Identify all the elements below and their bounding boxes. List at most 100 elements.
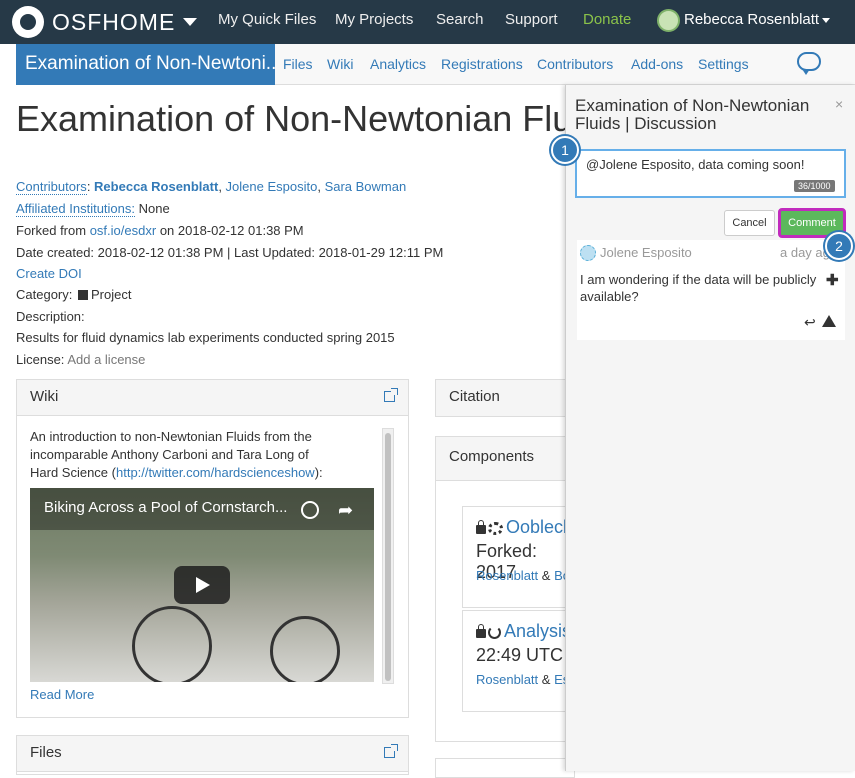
read-more-link[interactable]: Read More bbox=[30, 687, 94, 702]
component-subtitle: 22:49 UTC bbox=[476, 645, 564, 665]
warning-icon[interactable] bbox=[822, 315, 836, 327]
wiki-scrollbar[interactable] bbox=[382, 428, 394, 684]
contributor-link[interactable]: Sara Bowman bbox=[325, 179, 407, 194]
author-link[interactable]: Rosenblatt bbox=[476, 672, 538, 687]
char-count-badge: 36/1000 bbox=[794, 180, 835, 192]
commenter-avatar bbox=[580, 245, 596, 261]
tab-settings[interactable]: Settings bbox=[698, 56, 749, 72]
plus-icon[interactable]: ✚ bbox=[826, 271, 839, 289]
project-navbar: Examination of Non-Newtoni... Files Wiki… bbox=[16, 44, 855, 85]
files-panel-header: Files bbox=[17, 736, 408, 772]
category-label: Category: bbox=[16, 287, 73, 302]
contributors-line: Contributors: Rebecca Rosenblatt, Jolene… bbox=[16, 179, 407, 195]
wiki-panel-header: Wiki bbox=[17, 380, 408, 416]
next-panel bbox=[435, 758, 575, 778]
forked-suffix: on 2018-02-12 01:38 PM bbox=[159, 223, 304, 238]
citation-panel[interactable]: Citation bbox=[435, 379, 575, 417]
citation-heading: Citation bbox=[449, 388, 500, 405]
forked-line: Forked from osf.io/esdxr on 2018-02-12 0… bbox=[16, 223, 304, 238]
tab-add-ons[interactable]: Add-ons bbox=[631, 56, 683, 72]
bike-wheel bbox=[132, 606, 212, 682]
author-link[interactable]: Rosenblatt bbox=[476, 568, 538, 583]
external-link-icon[interactable] bbox=[384, 744, 398, 758]
comment-item: Jolene Esposito a day ago I am wondering… bbox=[577, 240, 845, 340]
brand-name: OSFHOME bbox=[52, 8, 176, 35]
citation-header: Citation bbox=[436, 380, 574, 416]
component-authors: Rosenblatt & Bo bbox=[476, 568, 570, 583]
tab-contributors[interactable]: Contributors bbox=[537, 56, 613, 72]
forked-link[interactable]: osf.io/esdxr bbox=[90, 223, 156, 238]
tab-registrations[interactable]: Registrations bbox=[441, 56, 523, 72]
refresh-icon bbox=[488, 626, 501, 639]
files-panel: Files bbox=[16, 735, 409, 775]
page-title: Examination of Non-Newtonian Fluids bbox=[16, 98, 619, 139]
license-line: License: Add a license bbox=[16, 352, 145, 367]
step-marker: 1 bbox=[551, 136, 579, 164]
add-license-link[interactable]: Add a license bbox=[67, 352, 145, 367]
cube-icon bbox=[78, 290, 88, 300]
component-title[interactable]: Oobleck bbox=[506, 517, 572, 537]
discussion-pane: Examination of Non-Newtonian Fluids | Di… bbox=[565, 85, 855, 771]
wiki-heading: Wiki bbox=[30, 388, 59, 405]
watch-later-icon[interactable] bbox=[301, 501, 319, 519]
nav-my-projects[interactable]: My Projects bbox=[335, 11, 413, 28]
component-authors: Rosenblatt & Esp bbox=[476, 672, 576, 687]
institutions-line: Affiliated Institutions: None bbox=[16, 201, 170, 217]
create-doi-link[interactable]: Create DOI bbox=[16, 266, 82, 281]
dates-line: Date created: 2018-02-12 01:38 PM | Last… bbox=[16, 245, 444, 260]
component-title-row: Analysis bbox=[476, 621, 571, 642]
scroll-thumb[interactable] bbox=[385, 433, 391, 681]
license-label: License: bbox=[16, 352, 65, 367]
wiki-content: An introduction to non-Newtonian Fluids … bbox=[30, 428, 330, 482]
wiki-text-end: ): bbox=[314, 465, 323, 480]
create-doi-row: Create DOI bbox=[16, 266, 82, 281]
category-value: Project bbox=[91, 287, 132, 302]
video-embed[interactable]: Biking Across a Pool of Cornstarch... ➦ bbox=[30, 488, 374, 682]
files-heading: Files bbox=[30, 744, 62, 761]
user-avatar[interactable] bbox=[657, 9, 680, 32]
description-label: Description: bbox=[16, 309, 85, 324]
tab-analytics[interactable]: Analytics bbox=[370, 56, 426, 72]
amp: & bbox=[541, 672, 551, 687]
wiki-panel: Wiki An introduction to non-Newtonian Fl… bbox=[16, 379, 409, 718]
wiki-link[interactable]: http://twitter.com/hardscienceshow bbox=[116, 465, 315, 480]
close-icon[interactable]: × bbox=[835, 96, 843, 112]
nav-donate[interactable]: Donate bbox=[583, 11, 631, 28]
project-nav-title[interactable]: Examination of Non-Newtoni... bbox=[16, 44, 275, 85]
component-card[interactable]: Analysis 22:49 UTC Rosenblatt & Esp bbox=[462, 610, 582, 712]
video-title[interactable]: Biking Across a Pool of Cornstarch... bbox=[44, 499, 287, 516]
step-marker: 2 bbox=[825, 232, 853, 260]
gears-icon bbox=[488, 522, 503, 535]
components-heading: Components bbox=[449, 448, 535, 465]
component-title[interactable]: Analysis bbox=[504, 621, 571, 641]
contributor-link[interactable]: Rebecca Rosenblatt bbox=[94, 179, 218, 194]
tab-files[interactable]: Files bbox=[283, 56, 313, 72]
institutions-value: None bbox=[138, 201, 170, 216]
share-icon[interactable]: ➦ bbox=[338, 500, 353, 521]
institutions-label[interactable]: Affiliated Institutions: bbox=[16, 201, 135, 217]
contributors-label[interactable]: Contributors bbox=[16, 179, 87, 195]
nav-support[interactable]: Support bbox=[505, 11, 558, 28]
external-link-icon[interactable] bbox=[384, 388, 398, 402]
chevron-down-icon[interactable] bbox=[183, 18, 198, 26]
contributor-link[interactable]: Jolene Esposito bbox=[226, 179, 318, 194]
component-title-row: Oobleck bbox=[476, 517, 572, 538]
nav-search[interactable]: Search bbox=[436, 11, 484, 28]
caret-down-icon bbox=[822, 17, 831, 23]
component-card[interactable]: Oobleck Forked: 2017 Rosenblatt & Bo bbox=[462, 506, 582, 608]
comment-author[interactable]: Jolene Esposito bbox=[600, 245, 692, 260]
tab-wiki[interactable]: Wiki bbox=[327, 56, 353, 72]
reply-icon[interactable]: ↩ bbox=[804, 314, 816, 331]
brand[interactable]: OSFHOME bbox=[12, 6, 198, 38]
lock-icon bbox=[476, 624, 486, 638]
comment-text: I am wondering if the data will be publi… bbox=[580, 272, 817, 304]
osf-logo-icon bbox=[12, 6, 44, 38]
amp: & bbox=[541, 568, 551, 583]
lock-icon bbox=[476, 520, 486, 534]
cancel-button[interactable]: Cancel bbox=[724, 210, 775, 236]
comments-icon[interactable] bbox=[797, 52, 821, 75]
category-line: Category: Project bbox=[16, 287, 131, 302]
user-menu[interactable]: Rebecca Rosenblatt bbox=[684, 11, 831, 28]
play-icon[interactable] bbox=[174, 566, 230, 604]
nav-my-quick-files[interactable]: My Quick Files bbox=[218, 11, 316, 28]
